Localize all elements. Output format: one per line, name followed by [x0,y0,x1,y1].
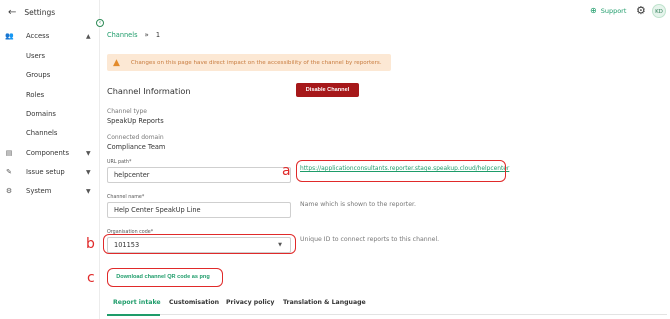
tab-report-intake[interactable]: Report intake [113,299,161,306]
nav-group-label: System [26,187,52,195]
nav-group-label: Components [26,149,70,157]
channel-name-field[interactable]: Help Center SpeakUp Line [107,202,291,218]
tab-bar: Report intake Customisation Privacy poli… [107,295,667,316]
gear-icon: ⚙ [5,187,13,195]
channel-name-helper: Name which is shown to the reporter. [300,201,416,208]
settings-header[interactable]: ← Settings [8,7,55,18]
topbar: ⊕ Support ⚙ KD [100,0,670,24]
channel-type-label: Channel type [107,108,147,115]
chevron-down-icon: ▼ [86,149,91,157]
database-icon: ▤ [5,149,13,157]
nav-group-components[interactable]: ▤ Components ▼ [0,146,100,160]
annotation-box-c [107,268,223,287]
lifebuoy-icon: ⊕ [590,6,597,15]
connected-domain-value: Compliance Team [107,143,166,151]
annotation-box-a [296,160,506,182]
annotation-box-b [103,234,296,254]
section-title: Channel Information [107,86,191,96]
sidebar: ← Settings 👥 Access ▲ Users Groups Roles… [0,0,100,319]
warning-banner: ▲ Changes on this page have direct impac… [107,54,391,71]
sidebar-item-roles[interactable]: Roles [26,91,44,99]
tools-icon: ✎ [6,168,12,176]
breadcrumb: Channels » 1 [107,31,160,39]
active-tab-indicator [107,314,160,316]
annotation-label-c: c [87,270,95,286]
url-path-field[interactable]: helpcenter [107,167,291,183]
nav-group-label: Access [26,32,50,40]
sidebar-item-users[interactable]: Users [26,52,45,60]
chevron-up-icon: ▲ [86,32,91,40]
back-arrow-icon[interactable]: ← [8,7,16,18]
settings-gear-icon[interactable]: ⚙ [636,4,646,17]
breadcrumb-channels[interactable]: Channels [107,31,138,39]
disable-channel-button[interactable]: Disable Channel [296,83,359,97]
annotation-label-b: b [86,236,95,252]
sidebar-item-domains[interactable]: Domains [26,110,56,118]
breadcrumb-current: 1 [155,31,161,39]
sidebar-item-groups[interactable]: Groups [26,71,50,79]
nav-group-access[interactable]: 👥 Access ▲ [0,29,100,43]
support-label: Support [600,6,627,15]
tab-translation-language[interactable]: Translation & Language [283,299,366,306]
warning-icon: ▲ [113,57,120,68]
nav-group-label: Issue setup [26,168,65,176]
chevron-down-icon: ▼ [86,168,91,176]
nav-group-issue-setup[interactable]: ✎ Issue setup ▼ [0,165,100,179]
avatar[interactable]: KD [652,4,666,18]
nav-group-system[interactable]: ⚙ System ▼ [0,184,100,198]
tab-customisation[interactable]: Customisation [169,299,219,306]
channel-type-value: SpeakUp Reports [107,117,164,125]
collapse-sidebar-icon[interactable]: ‹ [96,19,104,27]
support-link[interactable]: ⊕ Support [590,6,626,15]
tab-privacy-policy[interactable]: Privacy policy [226,299,274,306]
people-icon: 👥 [5,32,14,40]
organisation-code-helper: Unique ID to connect reports to this cha… [300,236,440,243]
breadcrumb-separator-icon: » [144,31,149,39]
url-path-label: URL path* [107,160,132,165]
chevron-down-icon: ▼ [86,187,91,195]
warning-text: Changes on this page have direct impact … [130,59,382,66]
sidebar-item-channels[interactable]: Channels [26,129,57,137]
connected-domain-label: Connected domain [107,134,164,141]
annotation-label-a: a [282,163,291,179]
channel-name-label: Channel name* [107,195,145,200]
settings-title: Settings [24,8,56,17]
